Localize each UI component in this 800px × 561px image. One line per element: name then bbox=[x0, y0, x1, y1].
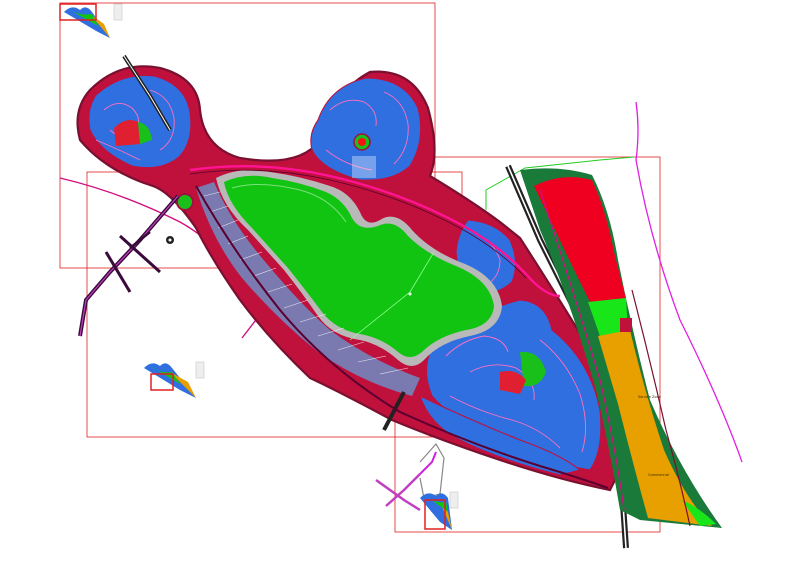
key-plan-bottom bbox=[420, 491, 459, 530]
west-access-roads bbox=[78, 194, 180, 337]
master-plan-map: Service Zone Commercial bbox=[59, 2, 743, 549]
zone-label-b: Commercial bbox=[648, 473, 669, 477]
south-spur bbox=[419, 451, 437, 475]
amenity-plot-n bbox=[352, 156, 376, 178]
zone-label-a: Service Zone bbox=[638, 395, 661, 399]
roundabout-n-center bbox=[358, 138, 366, 146]
west-main-road bbox=[78, 194, 180, 337]
lake-node bbox=[408, 292, 412, 296]
key-plan-top-left bbox=[59, 3, 123, 38]
west-node-inner bbox=[168, 238, 172, 242]
west-branch-3 bbox=[129, 231, 151, 249]
key-plan-center bbox=[144, 361, 205, 398]
amenity-plot-east bbox=[620, 318, 632, 332]
roundabout-w bbox=[176, 193, 194, 211]
